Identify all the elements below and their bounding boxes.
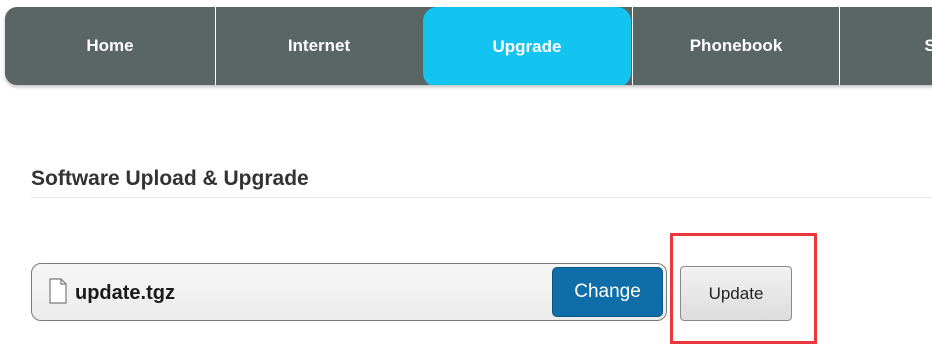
highlight-annotation (670, 233, 817, 344)
section-title: Software Upload & Upgrade (31, 167, 309, 190)
change-file-button[interactable]: Change (552, 267, 663, 317)
nav-tab-upgrade[interactable]: Upgrade (423, 7, 631, 85)
nav-tab-phonebook[interactable]: Phonebook (633, 7, 839, 85)
main-navigation: Home Internet Upgrade Phonebook S (5, 7, 932, 85)
nav-tab-partial[interactable]: S (840, 7, 932, 85)
selected-file-name: update.tgz (75, 282, 175, 304)
file-upload-field[interactable]: update.tgz Change (31, 263, 667, 321)
section-divider (31, 197, 932, 198)
nav-tab-internet[interactable]: Internet (216, 7, 422, 85)
file-icon (49, 278, 67, 304)
nav-tab-home[interactable]: Home (5, 7, 215, 85)
